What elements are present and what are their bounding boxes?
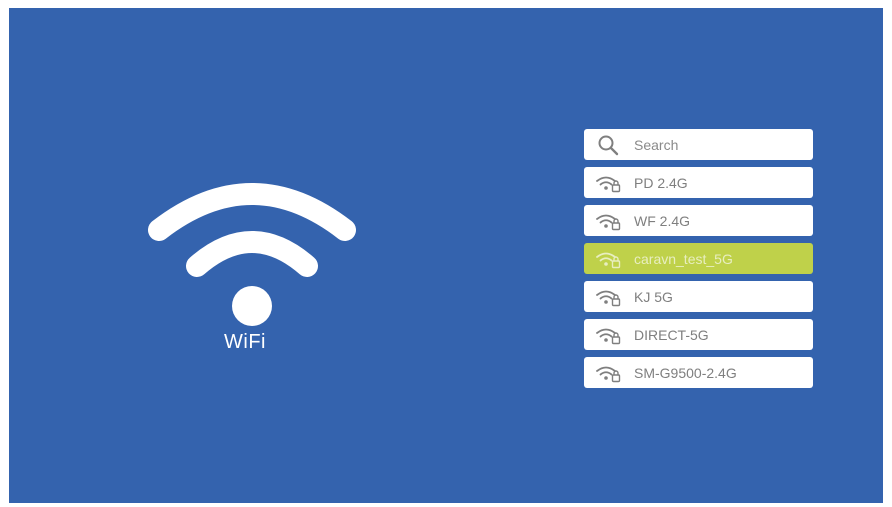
network-ssid: WF 2.4G	[634, 212, 691, 229]
network-item[interactable]: DIRECT-5G	[584, 319, 813, 350]
network-item[interactable]: SM-G9500-2.4G	[584, 357, 813, 388]
network-item[interactable]: PD 2.4G	[584, 167, 813, 198]
wifi-locked-icon	[590, 319, 626, 350]
network-ssid: PD 2.4G	[634, 174, 688, 191]
network-item[interactable]: WF 2.4G	[584, 205, 813, 236]
search-row[interactable]: Search	[584, 129, 813, 160]
wifi-locked-icon	[590, 167, 626, 198]
wifi-locked-icon	[590, 205, 626, 236]
network-item[interactable]: caravn_test_5G	[584, 243, 813, 274]
wifi-icon	[139, 178, 365, 328]
wifi-screen: WiFi Search PD 2.4G WF 2.4G caravn_test_5G…	[9, 8, 883, 503]
network-ssid: DIRECT-5G	[634, 326, 709, 343]
wifi-title: WiFi	[224, 331, 266, 353]
wifi-locked-icon	[590, 243, 626, 274]
wifi-locked-icon	[590, 357, 626, 388]
network-ssid: KJ 5G	[634, 288, 673, 305]
network-ssid: caravn_test_5G	[634, 250, 733, 267]
network-list: Search PD 2.4G WF 2.4G caravn_test_5G KJ 5G…	[584, 129, 813, 395]
search-input[interactable]: Search	[634, 137, 678, 153]
network-ssid: SM-G9500-2.4G	[634, 364, 737, 381]
network-item[interactable]: KJ 5G	[584, 281, 813, 312]
search-icon	[590, 129, 626, 160]
wifi-locked-icon	[590, 281, 626, 312]
